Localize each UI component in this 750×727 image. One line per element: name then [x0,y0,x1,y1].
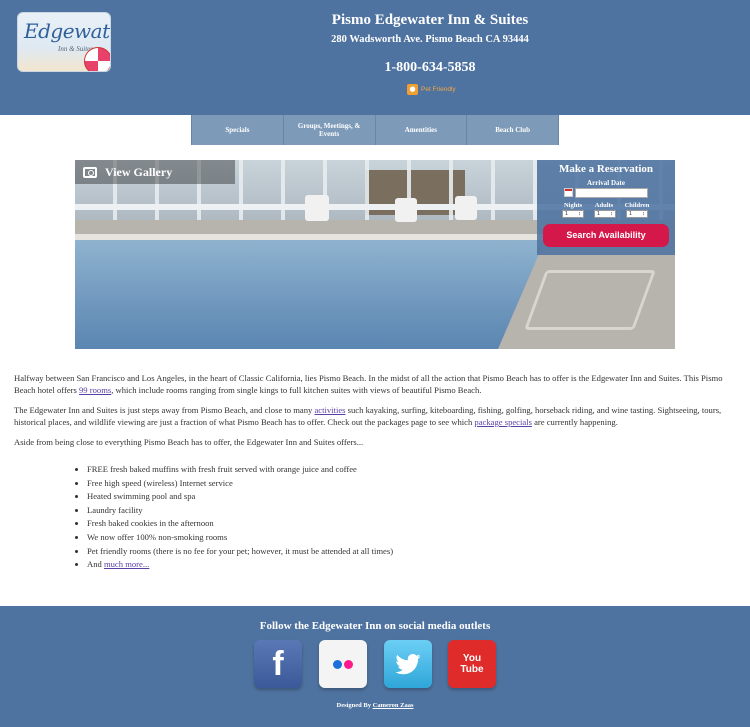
reservation-title: Make a Reservation [558,163,654,175]
list-item: Fresh baked cookies in the afternoon [87,517,393,531]
camera-icon [83,166,97,178]
nav-item-groups-meetings-events[interactable]: Groups, Meetings, & Events [284,115,376,145]
package-specials-link[interactable]: package specials [474,417,532,427]
edgewater-logo[interactable]: Edgewater Inn & Suites [17,12,111,72]
pet-friendly-label: Pet Friendly [421,86,456,93]
main-content: Halfway between San Francisco and Los An… [14,372,736,456]
main-nav: Specials Groups, Meetings, & Events Amen… [191,115,559,145]
arrival-date-input[interactable] [575,188,648,198]
reservation-widget: Make a Reservation Arrival Date Nights A… [537,160,675,255]
pet-friendly-badge[interactable]: ● Pet Friendly [407,84,456,95]
children-label: Children [624,202,650,209]
designer-link[interactable]: Cameron Zaas [373,702,414,709]
offers-intro: Aside from being close to everything Pis… [14,437,364,447]
flickr-icon[interactable] [319,640,367,688]
twitter-icon[interactable] [384,640,432,688]
hotel-address: 280 Wadsworth Ave. Pismo Beach CA 93444 [331,34,529,45]
youtube-icon[interactable]: You Tube [448,640,496,688]
activities-paragraph: The Edgewater Inn and Suites is just ste… [14,405,722,427]
site-header: Edgewater Inn & Suites Pismo Edgewater I… [0,0,750,115]
site-footer: Follow the Edgewater Inn on social media… [0,606,750,727]
intro-paragraph: Halfway between San Francisco and Los An… [14,373,723,395]
hotel-phone[interactable]: 1-800-634-5858 [250,60,610,76]
hotel-name: Pismo Edgewater Inn & Suites [331,12,529,28]
list-item: We now offer 100% non-smoking rooms [87,531,393,545]
designed-by-credit: Designed By Cameron Zaas [336,702,414,709]
nav-item-specials[interactable]: Specials [192,115,284,145]
nights-select[interactable]: 1 ↕ [562,210,584,218]
list-item: Pet friendly rooms (there is no fee for … [87,545,393,559]
much-more-link[interactable]: much more... [104,559,149,569]
adults-select[interactable]: 1 ↕ [594,210,616,218]
view-gallery-button[interactable]: View Gallery [75,160,235,184]
beach-ball-icon [84,47,110,71]
search-availability-button[interactable]: Search Availability [543,224,669,247]
list-item: And much more... [87,558,393,572]
facebook-icon[interactable]: f [254,640,302,688]
nav-item-beach-club[interactable]: Beach Club [467,115,559,145]
list-item: Free high speed (wireless) Internet serv… [87,477,393,491]
list-item: Laundry facility [87,504,393,518]
children-select[interactable]: 1 ↕ [626,210,648,218]
rooms-link[interactable]: 99 rooms [79,385,111,395]
follow-heading: Follow the Edgewater Inn on social media… [259,620,491,632]
list-item: Heated swimming pool and spa [87,490,393,504]
adults-label: Adults [594,202,614,209]
nights-label: Nights [563,202,583,209]
paw-icon: ● [407,84,418,95]
activities-link[interactable]: activities [314,405,345,415]
nav-item-amentities[interactable]: Amentities [376,115,468,145]
list-item: FREE fresh baked muffins with fresh frui… [87,463,393,477]
calendar-icon[interactable] [564,188,573,197]
logo-wordmark: Edgewater [24,19,110,43]
arrival-date-label: Arrival Date [587,179,625,187]
features-list: FREE fresh baked muffins with fresh frui… [75,463,393,572]
view-gallery-label: View Gallery [105,164,173,179]
